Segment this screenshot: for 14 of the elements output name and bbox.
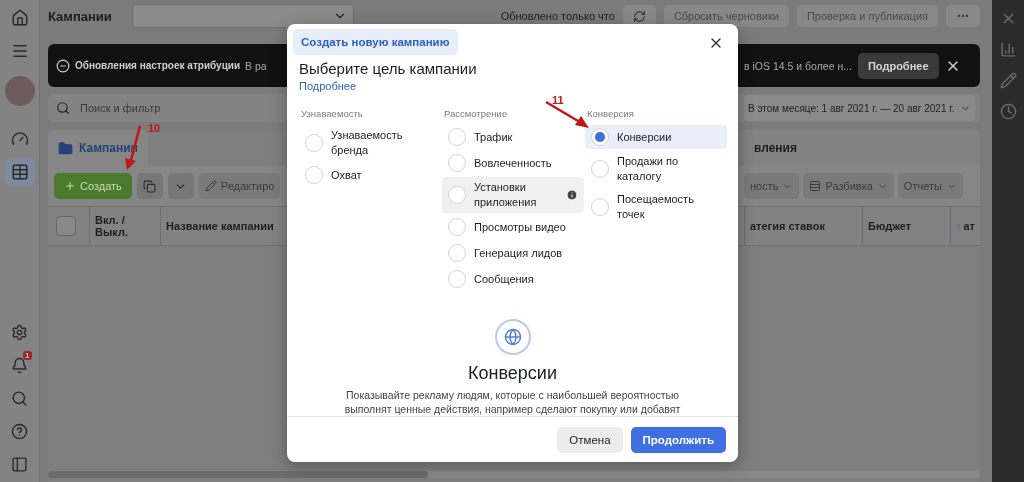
notification-badge: 1	[23, 351, 32, 360]
objective-description: Показывайте рекламу людям, которые с наибольшей вероятностью выполнят ценные действия, например сделают покупку или добавят	[343, 388, 682, 416]
group-heading: Рассмотрение	[444, 108, 509, 119]
annotation-number: 10	[148, 122, 161, 134]
objective-title: Конверсии	[468, 363, 557, 384]
banner-text: В ра	[245, 59, 267, 72]
banner-text: в iOS 14.5 и более н...	[744, 59, 852, 72]
group-heading: Узнаваемость	[301, 108, 364, 119]
annotation-number: 11	[552, 94, 564, 106]
dialog-title: Выберите цель кампании	[299, 60, 478, 77]
group-heading: Конверсия	[587, 108, 635, 119]
update-status: Обновлено только что	[500, 10, 615, 22]
banner-title: Обновления настроек атрибуции	[75, 60, 241, 71]
page-title: Кампании	[48, 8, 112, 24]
